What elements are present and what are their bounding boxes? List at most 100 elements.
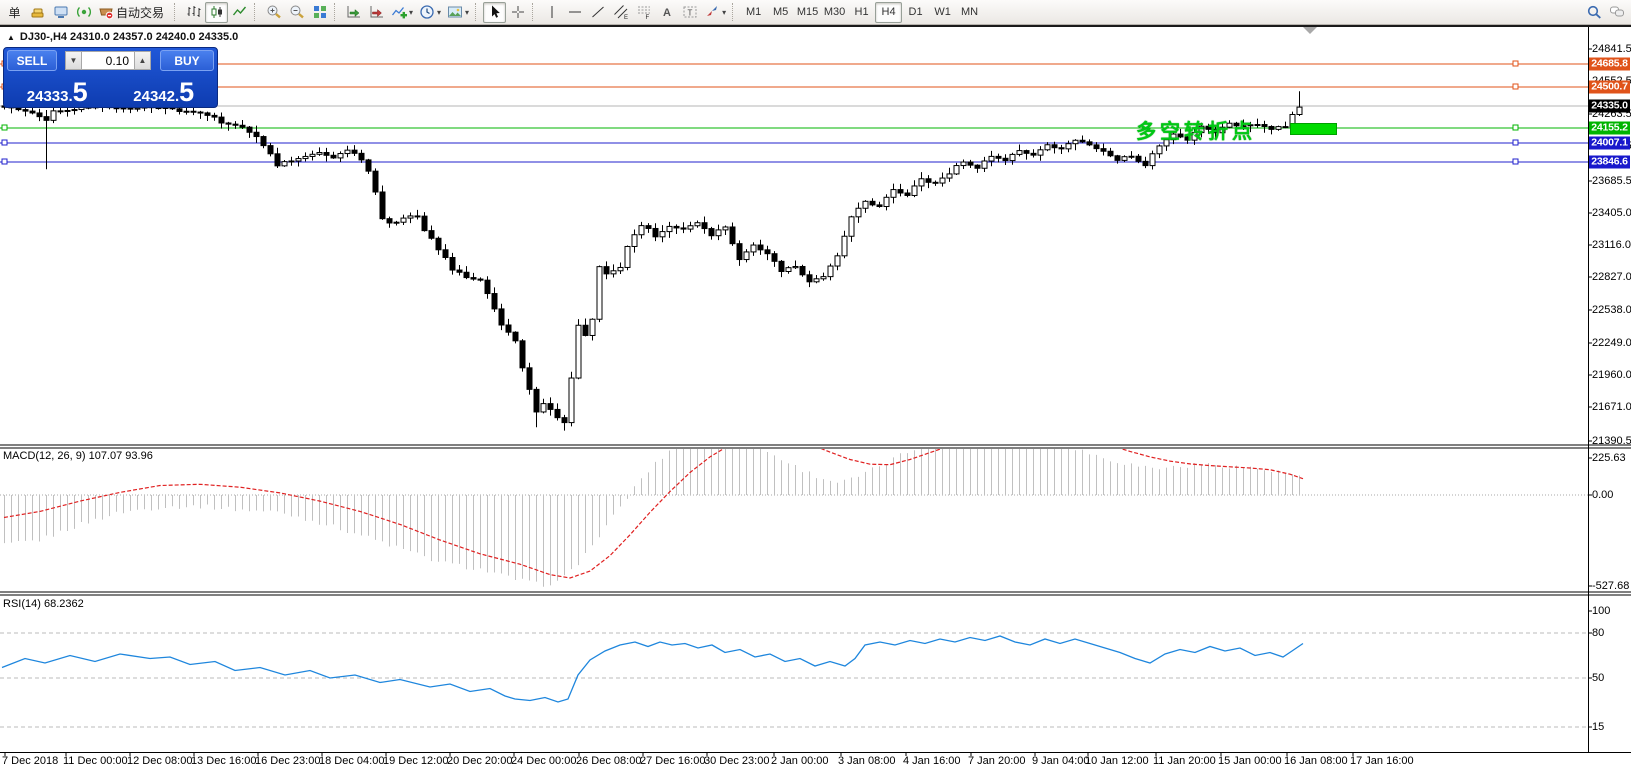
trendline-icon (590, 4, 606, 20)
zoom-out-button[interactable] (285, 2, 308, 23)
candlestick-chart-icon (209, 4, 225, 20)
line-chart-icon (232, 4, 248, 20)
zoom-out-icon (289, 4, 305, 20)
auto-trading-label: 自动交易 (116, 4, 164, 21)
timeframe-H1[interactable]: H1 (848, 2, 875, 23)
dropdown-arrow-icon: ▾ (722, 8, 726, 17)
one-click-trade-panel: SELL ▼ 0.10 ▲ BUY 24333. 5 24342. 5 (3, 47, 218, 108)
sell-price-main: 24333. (27, 89, 73, 104)
add-indicator-icon (391, 4, 407, 20)
chart-main-pane[interactable] (0, 27, 1588, 446)
collapse-panel-icon[interactable]: ▲ (7, 33, 15, 42)
cursor-button[interactable] (483, 2, 506, 23)
chart-title-text: DJ30-,H4 24310.0 24357.0 24240.0 24335.0 (20, 31, 238, 43)
auto-trading-icon (98, 4, 114, 20)
new-order-label: 单 (8, 4, 20, 21)
new-order-button[interactable]: 单 (3, 2, 26, 23)
periods-icon (419, 4, 435, 20)
toolbar-separator (334, 3, 339, 21)
channel-icon: E (613, 4, 629, 20)
arrows-button[interactable]: ▾ (701, 2, 729, 23)
fibonacci-icon: F (636, 4, 652, 20)
timeframe-D1[interactable]: D1 (902, 2, 929, 23)
svg-text:F: F (645, 15, 649, 20)
timeframe-W1[interactable]: W1 (929, 2, 956, 23)
chart-shift-button[interactable] (365, 2, 388, 23)
tile-windows-button[interactable] (308, 2, 331, 23)
volume-up-button[interactable]: ▲ (134, 51, 151, 70)
fibonacci-button[interactable]: F (632, 2, 655, 23)
volume-field[interactable]: 0.10 (82, 51, 134, 70)
timeframe-M30[interactable]: M30 (821, 2, 848, 23)
sell-button[interactable]: SELL (7, 50, 57, 71)
crosshair-icon (510, 4, 526, 20)
periods-button[interactable]: ▾ (416, 2, 444, 23)
timeframe-M5[interactable]: M5 (767, 2, 794, 23)
toolbar-separator (732, 3, 737, 21)
chart-title: ▲ DJ30-,H4 24310.0 24357.0 24240.0 24335… (7, 31, 238, 43)
toolbar-separator (174, 3, 179, 21)
main-toolbar: 单 自动交易 ▾ ▾ ▾ E F A T ▾ M1M5M15M30H1H4D1W… (0, 0, 1631, 25)
dropdown-arrow-icon: ▾ (437, 8, 441, 17)
bar-chart-button[interactable] (182, 2, 205, 23)
dropdown-arrow-icon: ▾ (409, 8, 413, 17)
timeframe-M1[interactable]: M1 (740, 2, 767, 23)
buy-price-big-digit: 5 (179, 81, 194, 104)
horizontal-line-icon (567, 4, 583, 20)
candlestick-chart-button[interactable] (205, 2, 228, 23)
search-icon (1586, 4, 1602, 20)
dropdown-arrow-icon: ▾ (465, 8, 469, 17)
sell-price[interactable]: 24333. 5 (4, 71, 111, 107)
terminal-icon (53, 4, 69, 20)
svg-text:E: E (624, 15, 628, 20)
trendline-button[interactable] (586, 2, 609, 23)
arrows-icon (704, 4, 720, 20)
chat-icon (1609, 4, 1625, 20)
text-label-button[interactable]: T (678, 2, 701, 23)
rsi-pane[interactable] (0, 596, 1588, 752)
auto-scroll-icon (346, 4, 362, 20)
buy-button[interactable]: BUY (160, 50, 214, 71)
pane-divider-macd[interactable] (0, 444, 1631, 450)
svg-text:A: A (663, 7, 671, 19)
volume-stepper: ▼ 0.10 ▲ (65, 51, 151, 70)
timeframe-M15[interactable]: M15 (794, 2, 821, 23)
toolbar-separator (254, 3, 259, 21)
line-chart-button[interactable] (228, 2, 251, 23)
signal-button[interactable] (72, 2, 95, 23)
horizontal-line-button[interactable] (563, 2, 586, 23)
gold-icon (30, 4, 46, 20)
vertical-line-icon (544, 4, 560, 20)
channel-button[interactable]: E (609, 2, 632, 23)
search-button[interactable] (1582, 2, 1605, 23)
gold-button[interactable] (26, 2, 49, 23)
auto-trading-button[interactable]: 自动交易 (95, 2, 171, 23)
text-label-icon: T (682, 4, 698, 20)
volume-down-button[interactable]: ▼ (65, 51, 82, 70)
svg-text:T: T (687, 9, 692, 18)
buy-price-main: 24342. (133, 89, 179, 104)
template-icon (447, 4, 463, 20)
bar-chart-icon (186, 4, 202, 20)
macd-pane[interactable] (0, 449, 1588, 592)
chat-button[interactable] (1605, 2, 1628, 23)
add-indicator-button[interactable]: ▾ (388, 2, 416, 23)
auto-scroll-button[interactable] (342, 2, 365, 23)
terminal-button[interactable] (49, 2, 72, 23)
text-icon: A (659, 4, 675, 20)
zoom-in-button[interactable] (262, 2, 285, 23)
vertical-line-button[interactable] (540, 2, 563, 23)
buy-price[interactable]: 24342. 5 (111, 71, 218, 107)
timeframe-MN[interactable]: MN (956, 2, 983, 23)
text-button[interactable]: A (655, 2, 678, 23)
timeframe-group: M1M5M15M30H1H4D1W1MN (740, 2, 983, 23)
toolbar-separator (532, 3, 537, 21)
sell-price-big-digit: 5 (73, 81, 88, 104)
price-axis[interactable] (1588, 27, 1631, 752)
pane-divider-rsi[interactable] (0, 591, 1631, 597)
template-button[interactable]: ▾ (444, 2, 472, 23)
timeframe-H4[interactable]: H4 (875, 2, 902, 23)
toolbar-separator (475, 3, 480, 21)
crosshair-button[interactable] (506, 2, 529, 23)
time-axis[interactable] (0, 752, 1631, 770)
